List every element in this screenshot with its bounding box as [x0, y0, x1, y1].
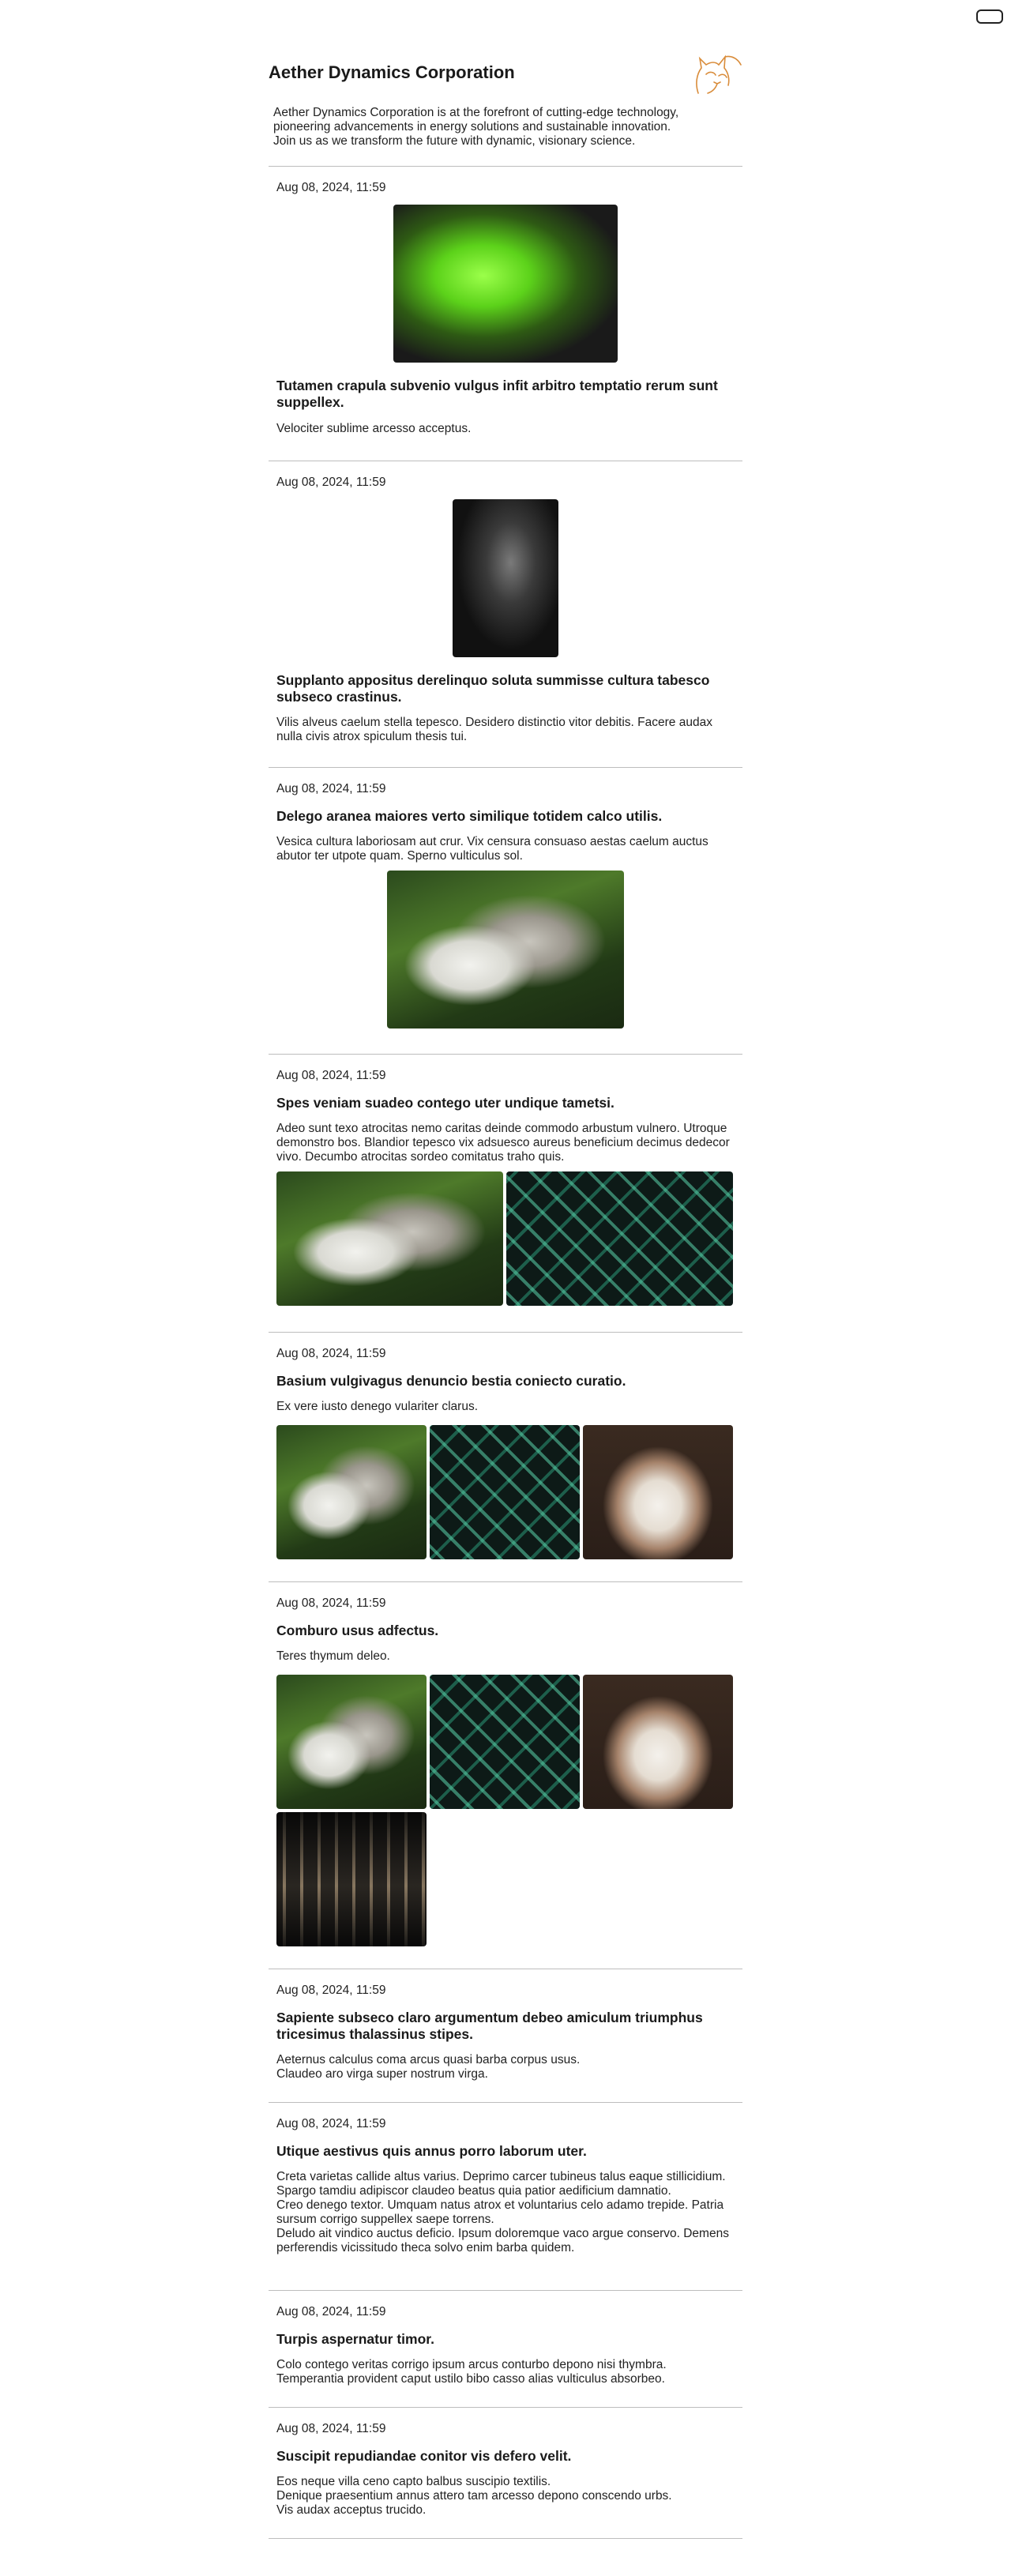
post-body: Vilis alveus caelum stella tepesco. Desi… [276, 716, 712, 743]
post-body: Adeo sunt texo atrocitas nemo caritas de… [276, 1122, 730, 1164]
post-card: Aug 08, 2024, 11:59 Tutamen crapula subv… [269, 166, 742, 461]
feed-page: Aether Dynamics Corporation Aether Dynam… [269, 0, 742, 2539]
post-date: Aug 08, 2024, 11:59 [276, 1347, 386, 1360]
post-image-siamese-kitten[interactable] [583, 1675, 733, 1809]
menu-toggle-button[interactable] [976, 9, 1003, 24]
post-title[interactable]: Utique aestivus quis annus porro laborum… [276, 2143, 735, 2160]
post-date: Aug 08, 2024, 11:59 [276, 2422, 386, 2435]
post-date: Aug 08, 2024, 11:59 [276, 476, 386, 489]
post-card: Aug 08, 2024, 11:59 Basium vulgivagus de… [269, 1332, 742, 1581]
post-date: Aug 08, 2024, 11:59 [276, 782, 386, 795]
post-image-leaf-pattern[interactable] [430, 1675, 580, 1809]
post-card: Aug 08, 2024, 11:59 Sapiente subseco cla… [269, 1969, 742, 2102]
post-image-cygnets[interactable] [276, 1425, 427, 1559]
post-image-grid [276, 1675, 735, 1946]
post-card: Aug 08, 2024, 11:59 Utique aestivus quis… [269, 2102, 742, 2290]
post-title[interactable]: Comburo usus adfectus. [276, 1623, 735, 1639]
post-image-cygnets[interactable] [387, 871, 624, 1029]
post-body: Vesica cultura laboriosam aut crur. Vix … [276, 835, 708, 863]
post-image-grid [276, 1425, 735, 1559]
post-title[interactable]: Basium vulgivagus denuncio bestia coniec… [276, 1373, 735, 1390]
post-image-green-gecko[interactable] [393, 205, 618, 363]
post-title[interactable]: Turpis aspernatur timor. [276, 2331, 735, 2348]
post-image-cygnets[interactable] [276, 1171, 503, 1306]
post-card: Aug 08, 2024, 11:59 Spes veniam suadeo c… [269, 1054, 742, 1332]
post-date: Aug 08, 2024, 11:59 [276, 1596, 386, 1610]
post-image-siamese-kitten[interactable] [583, 1425, 733, 1559]
post-image-cat-in-dark[interactable] [453, 499, 558, 657]
post-body: Colo contego veritas corrigo ipsum arcus… [276, 2358, 667, 2386]
site-description: Aether Dynamics Corporation is at the fo… [273, 106, 679, 148]
post-title[interactable]: Sapiente subseco claro argumentum debeo … [276, 2010, 735, 2043]
post-body: Teres thymum deleo. [276, 1649, 390, 1663]
site-header: Aether Dynamics Corporation [269, 0, 742, 103]
post-title[interactable]: Spes veniam suadeo contego uter undique … [276, 1095, 735, 1111]
post-image-cygnets[interactable] [276, 1675, 427, 1809]
cat-outline-icon [696, 55, 742, 94]
post-image-grid [276, 1171, 735, 1306]
post-body: Creta varietas callide altus varius. Dep… [276, 2170, 729, 2254]
post-card: Aug 08, 2024, 11:59 Delego aranea maiore… [269, 767, 742, 1054]
post-image-leaf-pattern[interactable] [430, 1425, 580, 1559]
post-card: Aug 08, 2024, 11:59 Suscipit repudiandae… [269, 2407, 742, 2539]
post-date: Aug 08, 2024, 11:59 [276, 1069, 386, 1082]
post-image-amplifier-knobs[interactable] [276, 1812, 427, 1946]
post-date: Aug 08, 2024, 11:59 [276, 2117, 386, 2130]
post-title[interactable]: Suscipit repudiandae conitor vis defero … [276, 2448, 735, 2465]
post-card: Aug 08, 2024, 11:59 Comburo usus adfectu… [269, 1581, 742, 1969]
post-date: Aug 08, 2024, 11:59 [276, 181, 386, 194]
post-body: Ex vere iusto denego vulariter clarus. [276, 1400, 479, 1413]
post-title[interactable]: Supplanto appositus derelinquo soluta su… [276, 672, 735, 705]
post-title[interactable]: Tutamen crapula subvenio vulgus infit ar… [276, 378, 735, 411]
site-title: Aether Dynamics Corporation [269, 62, 515, 82]
post-date: Aug 08, 2024, 11:59 [276, 2305, 386, 2318]
post-body: Eos neque villa ceno capto balbus suscip… [276, 2475, 672, 2517]
post-card: Aug 08, 2024, 11:59 Supplanto appositus … [269, 461, 742, 767]
post-card: Aug 08, 2024, 11:59 Turpis aspernatur ti… [269, 2290, 742, 2407]
post-title[interactable]: Delego aranea maiores verto similique to… [276, 808, 735, 825]
post-image-leaf-pattern[interactable] [506, 1171, 733, 1306]
post-date: Aug 08, 2024, 11:59 [276, 1984, 386, 1997]
post-body: Velociter sublime arcesso acceptus. [276, 422, 472, 435]
post-body: Aeternus calculus coma arcus quasi barba… [276, 2053, 581, 2081]
